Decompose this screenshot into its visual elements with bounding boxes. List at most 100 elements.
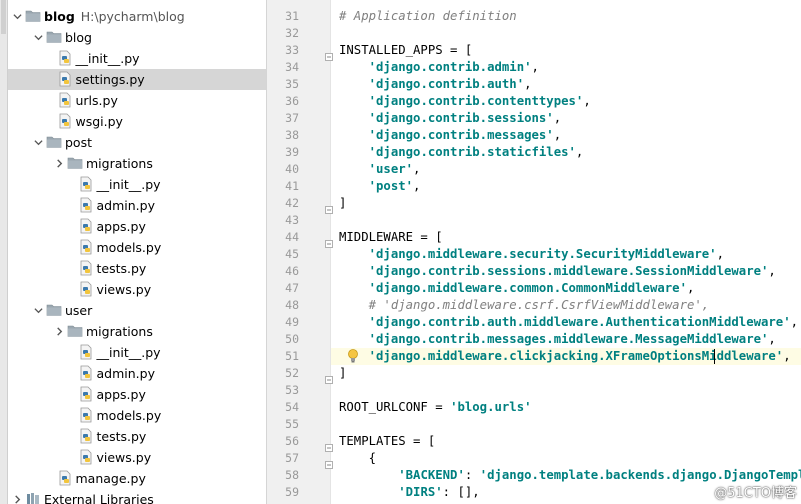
tree-item-label: manage.py <box>75 470 146 486</box>
project-tool-tab[interactable] <box>1 0 6 34</box>
tree-item-admin-py[interactable]: admin.py <box>8 195 266 216</box>
fold-marker-icon[interactable] <box>325 454 333 469</box>
code-line[interactable]: 'django.contrib.sessions.middleware.Sess… <box>339 263 776 280</box>
tree-item-label: apps.py <box>96 218 146 234</box>
tree-item-user[interactable]: user <box>8 300 266 321</box>
python-file-icon <box>78 407 94 423</box>
code-line[interactable]: # Application definition <box>339 8 517 25</box>
fold-marker-icon[interactable] <box>325 199 333 214</box>
tree-item-apps-py[interactable]: apps.py <box>8 216 266 237</box>
line-number: 58 <box>285 468 299 482</box>
code-line[interactable]: 'DIRS': [], <box>339 484 480 501</box>
tree-item-models-py[interactable]: models.py <box>8 405 266 426</box>
project-tree-panel[interactable]: blog H:\pycharm\blog blog __init__.py settin… <box>8 0 267 504</box>
tree-item-wsgi-py[interactable]: wsgi.py <box>8 111 266 132</box>
tree-item-migrations[interactable]: migrations <box>8 153 266 174</box>
tree-item-views-py[interactable]: views.py <box>8 447 266 468</box>
line-number-gutter: 31 32 33 34 35 36 37 38 39 40 41 42 43 44 45 46 47 48 49 50… <box>267 0 331 504</box>
code-line[interactable]: 'django.middleware.security.SecurityMidd… <box>339 246 724 263</box>
string-token: 'django.contrib.messages.middleware.Mess… <box>368 332 769 346</box>
code-line[interactable]: TEMPLATES = [ <box>339 433 435 450</box>
code-line[interactable]: ROOT_URLCONF = 'blog.urls' <box>339 399 532 416</box>
tree-item-init-py[interactable]: __init__.py <box>8 48 266 69</box>
tree-item-tests-py[interactable]: tests.py <box>8 426 266 447</box>
tree-item-label: models.py <box>96 407 162 423</box>
fold-marker-icon[interactable] <box>325 369 333 384</box>
chevron-right-icon[interactable] <box>54 326 64 336</box>
code-token: , <box>524 77 532 91</box>
tree-item-views-py[interactable]: views.py <box>8 279 266 300</box>
code-line[interactable]: ] <box>339 365 346 382</box>
string-token: 'django.middleware.clickjacking.XFrameOp… <box>368 349 784 363</box>
code-line[interactable]: 'django.contrib.sessions', <box>339 110 562 127</box>
line-number: 46 <box>285 264 299 278</box>
tree-item-manage-py[interactable]: manage.py <box>8 468 266 489</box>
code-token: : [], <box>442 485 480 499</box>
line-number: 53 <box>285 383 299 397</box>
code-line[interactable]: # 'django.middleware.csrf.CsrfViewMiddle… <box>339 297 710 314</box>
python-file-icon <box>57 50 73 66</box>
chevron-down-icon[interactable] <box>33 305 43 315</box>
fold-marker-icon[interactable] <box>325 437 333 452</box>
code-line[interactable]: 'django.contrib.messages', <box>339 127 562 144</box>
python-file-icon <box>57 92 73 108</box>
root-name: blog <box>44 8 75 24</box>
tree-item-apps-py[interactable]: apps.py <box>8 384 266 405</box>
code-line[interactable]: INSTALLED_APPS = [ <box>339 42 472 59</box>
code-line[interactable]: 'django.contrib.auth', <box>339 76 532 93</box>
tree-item-init-py[interactable]: __init__.py <box>8 342 266 363</box>
tree-item-label: post <box>65 134 92 150</box>
fold-marker-icon[interactable] <box>325 46 333 61</box>
tree-item-settings-py[interactable]: settings.py <box>8 68 266 90</box>
code-line[interactable]: 'django.middleware.clickjacking.XFrameOp… <box>339 348 791 365</box>
chevron-right-icon[interactable] <box>54 158 64 168</box>
string-token: 'django.template.backends.django.DjangoT… <box>479 468 801 482</box>
tree-root-blog[interactable]: blog H:\pycharm\blog <box>8 6 266 27</box>
chevron-down-icon[interactable] <box>33 137 43 147</box>
code-line[interactable]: 'django.contrib.contenttypes', <box>339 93 591 110</box>
tree-item-external-libraries[interactable]: External Libraries <box>8 489 266 504</box>
code-line[interactable]: { <box>339 450 376 467</box>
tree-item-blog[interactable]: blog <box>8 27 266 48</box>
tree-item-admin-py[interactable]: admin.py <box>8 363 266 384</box>
chevron-down-icon[interactable] <box>12 11 22 21</box>
code-line[interactable]: 'django.contrib.auth.middleware.Authenti… <box>339 314 798 331</box>
tree-item-label: admin.py <box>96 365 155 381</box>
code-line[interactable]: 'django.middleware.common.CommonMiddlewa… <box>339 280 695 297</box>
tree-item-tests-py[interactable]: tests.py <box>8 258 266 279</box>
tree-item-models-py[interactable]: models.py <box>8 237 266 258</box>
fold-marker-icon[interactable] <box>325 233 333 248</box>
python-file-icon <box>78 176 94 192</box>
tree-item-init-py[interactable]: __init__.py <box>8 174 266 195</box>
tree-item-post[interactable]: post <box>8 132 266 153</box>
code-token: , <box>413 179 421 193</box>
tree-item-label: settings.py <box>75 71 145 87</box>
string-token: 'django.middleware.common.CommonMiddlewa… <box>368 281 687 295</box>
intention-bulb-icon[interactable] <box>346 348 360 364</box>
code-token: MIDDLEWARE = [ <box>339 230 443 244</box>
chevron-right-icon[interactable] <box>12 494 22 504</box>
code-line[interactable]: ] <box>339 195 346 212</box>
side-tool-strip[interactable] <box>0 0 8 504</box>
code-line[interactable]: 'django.contrib.staticfiles', <box>339 144 584 161</box>
chevron-down-icon[interactable] <box>33 32 43 42</box>
code-line[interactable]: 'django.contrib.admin', <box>339 59 539 76</box>
tree-item-label: migrations <box>86 323 153 339</box>
code-line[interactable]: 'django.contrib.messages.middleware.Mess… <box>339 331 776 348</box>
code-line[interactable]: 'post', <box>339 178 421 195</box>
code-line[interactable]: MIDDLEWARE = [ <box>339 229 443 246</box>
code-editor[interactable]: 31 32 33 34 35 36 37 38 39 40 41 42 43 44 45 46 47 48 49 50… <box>267 0 801 504</box>
code-token: , <box>531 60 539 74</box>
code-line[interactable]: 'user', <box>339 161 421 178</box>
tree-item-migrations[interactable]: migrations <box>8 321 266 342</box>
tree-item-urls-py[interactable]: urls.py <box>8 90 266 111</box>
